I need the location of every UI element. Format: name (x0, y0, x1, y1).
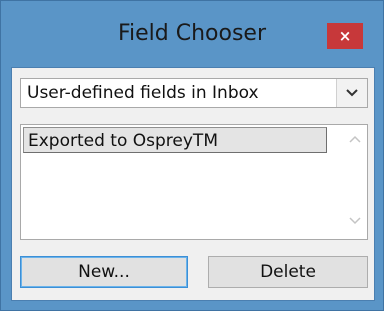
scroll-up-icon[interactable] (349, 135, 361, 143)
field-category-dropdown[interactable]: User-defined fields in Inbox (20, 78, 368, 108)
title-bar[interactable]: Field Chooser × (1, 1, 383, 67)
client-area: User-defined fields in Inbox Exported to… (11, 67, 375, 301)
vertical-scrollbar[interactable] (343, 125, 367, 239)
scroll-down-icon[interactable] (349, 217, 361, 225)
window-title: Field Chooser (117, 21, 267, 46)
list-item[interactable]: Exported to OspreyTM (23, 127, 327, 153)
field-chooser-window: Field Chooser × User-defined fields in I… (0, 0, 384, 311)
dropdown-arrow-button[interactable] (336, 79, 367, 107)
chevron-down-icon (346, 89, 358, 97)
new-button[interactable]: New... (20, 256, 188, 288)
field-list[interactable]: Exported to OspreyTM (20, 124, 368, 240)
close-button[interactable]: × (327, 23, 363, 49)
delete-button[interactable]: Delete (208, 256, 368, 288)
close-icon: × (338, 27, 352, 45)
dropdown-selected-value: User-defined fields in Inbox (27, 83, 259, 103)
